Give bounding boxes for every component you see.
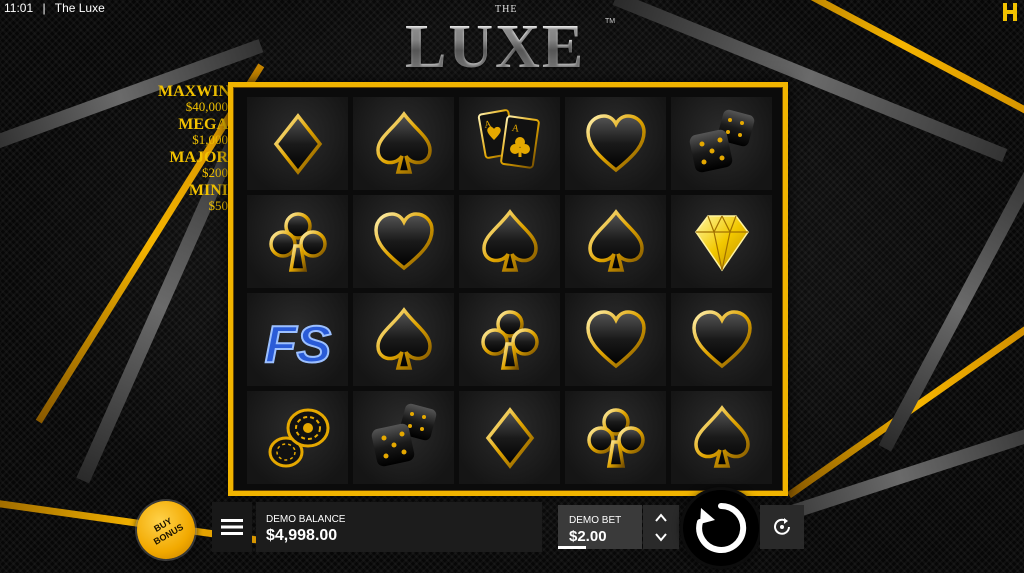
dice-symbol-icon — [371, 403, 436, 466]
heart-symbol-icon — [585, 113, 646, 172]
spade-symbol-icon — [693, 404, 750, 468]
autoplay-icon — [774, 518, 790, 535]
reel-cell — [459, 195, 560, 288]
status-separator: | — [42, 1, 46, 15]
jackpot-mega: MEGA $1,000 — [158, 117, 228, 147]
dice-symbol-icon — [689, 109, 754, 172]
reel-cell — [353, 97, 454, 190]
free-spins-symbol-icon: FS — [263, 315, 332, 375]
reel-cell — [565, 391, 666, 484]
bet-underline — [558, 546, 586, 549]
chevron-up-icon[interactable] — [654, 511, 668, 525]
hamburger-icon — [221, 519, 243, 535]
title-trademark: TM — [605, 18, 616, 25]
spade-symbol-icon — [481, 208, 538, 272]
club-symbol-icon — [480, 309, 539, 370]
spin-arrow-icon — [696, 502, 747, 553]
buy-bonus-button[interactable]: BUY BONUS — [137, 501, 195, 559]
svg-text:FS: FS — [264, 316, 331, 374]
reel-cell — [565, 293, 666, 386]
jackpot-maxwin: MAXWIN $40,000 — [158, 83, 230, 114]
buy-bonus-label: BUY BONUS — [151, 515, 186, 547]
jackpot-name: MINI — [188, 182, 228, 199]
status-time: 11:01 — [4, 1, 34, 15]
chevron-down-icon[interactable] — [654, 530, 668, 544]
jackpot-mini: MINI $50 — [158, 183, 228, 213]
jackpot-name: MEGA — [178, 116, 228, 133]
bet-value: $2.00 — [569, 528, 607, 545]
reel-cell — [459, 293, 560, 386]
menu-button[interactable] — [212, 502, 252, 552]
reel-cell — [247, 195, 348, 288]
jackpot-value: $1,000 — [192, 132, 228, 147]
reel-cell — [459, 391, 560, 484]
balance-value: $4,998.00 — [266, 527, 338, 544]
reel-cell — [247, 391, 348, 484]
reel-cell: A A — [459, 97, 560, 190]
heart-symbol-icon — [691, 309, 752, 368]
reel-cell — [565, 97, 666, 190]
jackpot-name: MAXWIN — [158, 83, 230, 100]
reel-cell — [353, 293, 454, 386]
jackpot-list: MAXWIN $40,000 MEGA $1,000 MAJOR $200 MI… — [158, 83, 230, 216]
jackpot-value: $40,000 — [185, 99, 228, 114]
spade-symbol-icon — [587, 208, 644, 272]
heart-symbol-icon — [373, 211, 434, 270]
bet-stepper — [643, 505, 679, 549]
reel-cell — [353, 195, 454, 288]
chips-symbol-icon — [268, 408, 329, 467]
status-bar: 11:01 | The Luxe — [0, 0, 115, 16]
spade-symbol-icon — [375, 306, 432, 370]
club-symbol-icon — [268, 211, 327, 272]
diamond-symbol-icon — [273, 112, 322, 175]
jackpot-value: $50 — [208, 198, 229, 213]
diamond-symbol-icon — [485, 406, 534, 469]
aces-symbol-icon: A A — [477, 108, 540, 169]
jackpot-value: $200 — [202, 165, 228, 180]
autoplay-button[interactable] — [760, 505, 804, 549]
jackpot-name: MAJOR — [169, 149, 228, 166]
hacksaw-h-icon — [1003, 3, 1017, 21]
balance-label: DEMO BALANCE — [266, 514, 346, 525]
status-app-name: The Luxe — [54, 1, 105, 15]
reel-cell — [671, 391, 772, 484]
reel-cell — [671, 195, 772, 288]
bet-label: DEMO BET — [569, 515, 622, 526]
reel-cell — [671, 97, 772, 190]
reel-frame: A A FS — [228, 82, 788, 496]
game-title: THE LUXE TM — [400, 2, 630, 82]
heart-symbol-icon — [585, 309, 646, 368]
gem-symbol-icon — [694, 214, 749, 271]
reel-cell — [353, 391, 454, 484]
reel-cell — [565, 195, 666, 288]
reel-grid: A A FS — [247, 97, 773, 485]
bet-panel[interactable]: DEMO BET $2.00 — [558, 505, 642, 549]
balance-panel: DEMO BALANCE $4,998.00 — [256, 502, 542, 552]
jackpot-major: MAJOR $200 — [158, 150, 228, 180]
reel-cell — [671, 293, 772, 386]
spade-symbol-icon — [375, 110, 432, 174]
spin-button[interactable] — [683, 490, 759, 566]
reel-cell: FS — [247, 293, 348, 386]
club-symbol-icon — [586, 407, 645, 468]
reel-cell — [247, 97, 348, 190]
title-main: LUXE — [405, 13, 586, 81]
